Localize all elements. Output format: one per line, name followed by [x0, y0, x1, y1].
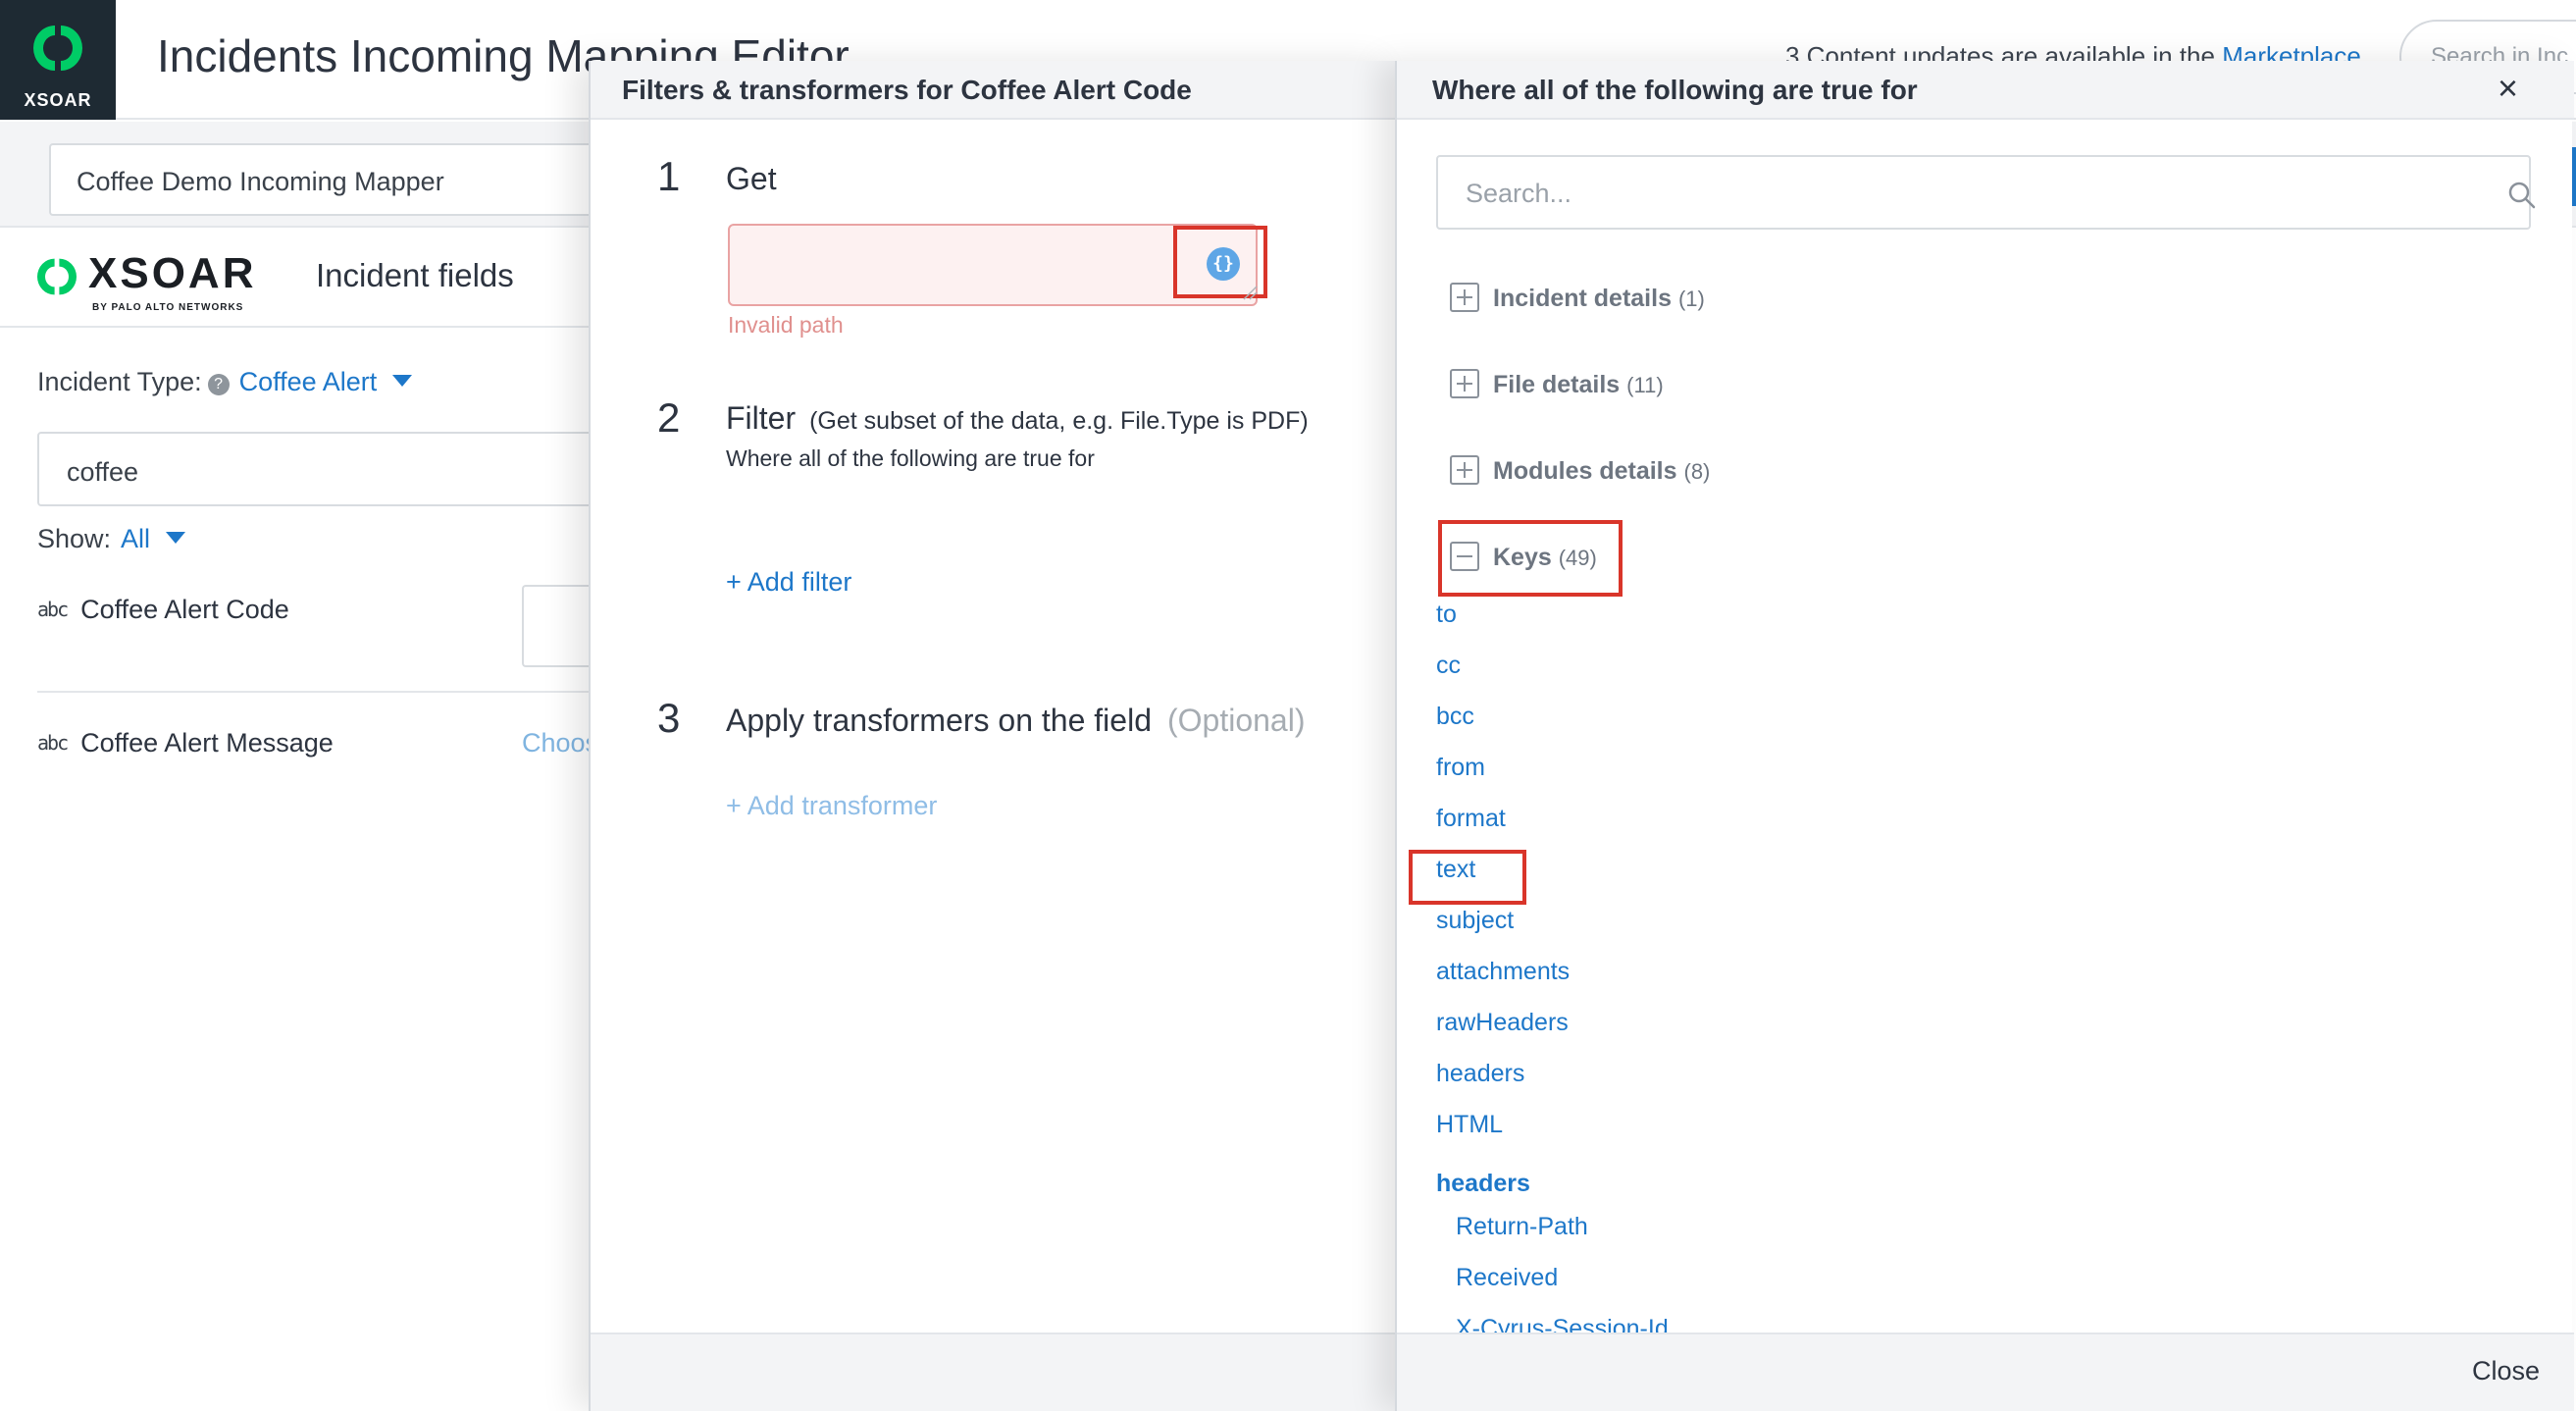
filter-subtitle: Where all of the following are true for	[726, 445, 1095, 471]
close-icon[interactable]: ×	[2498, 69, 2518, 108]
show-label: Show:	[37, 524, 112, 553]
key-subitem-received[interactable]: Received	[1456, 1264, 1558, 1292]
key-item-rawheaders[interactable]: rawHeaders	[1436, 1009, 1569, 1037]
step-title-filter: Filter (Get subset of the data, e.g. File…	[726, 400, 1309, 437]
incident-type-label: Incident Type:	[37, 367, 202, 396]
path-selector-drawer: Where all of the following are true for …	[1395, 61, 2574, 1411]
chevron-down-icon[interactable]	[166, 532, 186, 544]
key-item-to[interactable]: to	[1436, 601, 1457, 629]
field-row-coffee-alert-code[interactable]: abc Coffee Alert Code	[37, 595, 289, 625]
chevron-down-icon[interactable]	[392, 375, 413, 387]
step-number: 2	[657, 394, 681, 441]
drawer-search-input[interactable]: Search...	[1436, 155, 2536, 230]
step-number: 1	[657, 153, 681, 199]
search-placeholder: Search...	[1466, 179, 1572, 208]
expand-plus-icon[interactable]	[1450, 283, 1479, 312]
curly-braces-icon[interactable]: {}	[1207, 247, 1240, 281]
key-item-from[interactable]: from	[1436, 754, 1485, 782]
divider	[0, 326, 589, 328]
step-hint: (Get subset of the data, e.g. File.Type …	[809, 407, 1309, 435]
tree-node-count: (1)	[1677, 287, 1705, 311]
step-title-get: Get	[726, 161, 777, 196]
key-item-html[interactable]: HTML	[1436, 1111, 1503, 1139]
xsoar-logo-icon	[37, 258, 77, 295]
step-title-text: Apply transformers on the field	[726, 703, 1152, 738]
brand-logo: XSOAR BY PALO ALTO NETWORKS	[37, 247, 292, 316]
tree-node-label: File details	[1493, 371, 1621, 398]
tree-node-file-details[interactable]: File details (11)	[1450, 369, 1664, 399]
field-row-coffee-alert-message[interactable]: abc Coffee Alert Message	[37, 728, 334, 758]
tree-node-count: (11)	[1626, 373, 1664, 397]
key-item-cc[interactable]: cc	[1436, 652, 1461, 680]
brand-subtitle: BY PALO ALTO NETWORKS	[92, 302, 244, 313]
key-subitem-return-path[interactable]: Return-Path	[1456, 1213, 1588, 1241]
brand-word: XSOAR	[88, 249, 257, 297]
expand-plus-icon[interactable]	[1450, 455, 1479, 485]
show-filter-row: Show: All	[37, 524, 186, 554]
abc-text-field-icon: abc	[37, 731, 69, 755]
incident-fields-panel: XSOAR BY PALO ALTO NETWORKS Incident fie…	[0, 230, 613, 1411]
key-item-format[interactable]: format	[1436, 805, 1506, 833]
drawer-footer: Close	[1397, 1333, 2574, 1411]
optional-label: (Optional)	[1166, 703, 1306, 738]
help-icon[interactable]: ?	[207, 374, 230, 395]
abc-text-field-icon: abc	[37, 598, 69, 621]
xsoar-logo-icon	[33, 26, 82, 71]
tree-node-label: Modules details	[1493, 457, 1677, 485]
key-item-headers[interactable]: headers	[1436, 1060, 1524, 1088]
key-item-subject[interactable]: subject	[1436, 907, 1514, 935]
field-label: Coffee Alert Message	[80, 728, 334, 758]
modal-title: Filters & transformers for Coffee Alert …	[591, 61, 1397, 120]
app-logo[interactable]: XSOAR	[0, 0, 116, 120]
show-dropdown[interactable]: All	[121, 524, 150, 553]
text-key-highlight	[1409, 850, 1526, 905]
divider	[37, 691, 606, 693]
field-search-input[interactable]: coffee	[37, 432, 606, 506]
step-title-transformers: Apply transformers on the field (Optional…	[726, 703, 1305, 739]
logo-text: XSOAR	[24, 90, 92, 110]
add-filter-button[interactable]: + Add filter	[726, 567, 851, 598]
incident-type-dropdown[interactable]: Coffee Alert	[239, 367, 378, 396]
modal-footer	[591, 1333, 1397, 1411]
close-button[interactable]: Close	[2472, 1356, 2540, 1386]
panel-heading: Incident fields	[316, 257, 514, 293]
add-transformer-button[interactable]: + Add transformer	[726, 791, 937, 821]
tree-node-incident-details[interactable]: Incident details (1)	[1450, 283, 1705, 313]
tree-node-modules-details[interactable]: Modules details (8)	[1450, 455, 1710, 486]
step-number: 3	[657, 695, 681, 741]
expand-plus-icon[interactable]	[1450, 369, 1479, 398]
tree-node-count: (8)	[1683, 459, 1711, 484]
field-label: Coffee Alert Code	[80, 595, 289, 624]
key-item-attachments[interactable]: attachments	[1436, 958, 1570, 986]
resize-grip-icon[interactable]	[1240, 283, 1258, 300]
key-group-headers[interactable]: headers	[1436, 1170, 1530, 1198]
filters-transformers-modal: Filters & transformers for Coffee Alert …	[589, 61, 1397, 1411]
key-item-bcc[interactable]: bcc	[1436, 703, 1474, 731]
keys-node-highlight	[1438, 520, 1623, 597]
search-icon	[2508, 182, 2536, 209]
incident-type-row: Incident Type:? Coffee Alert	[37, 367, 413, 397]
tree-node-label: Incident details	[1493, 285, 1672, 312]
validation-error: Invalid path	[728, 312, 844, 338]
drawer-title: Where all of the following are true for	[1397, 61, 2574, 120]
step-title-text: Filter	[726, 400, 797, 436]
